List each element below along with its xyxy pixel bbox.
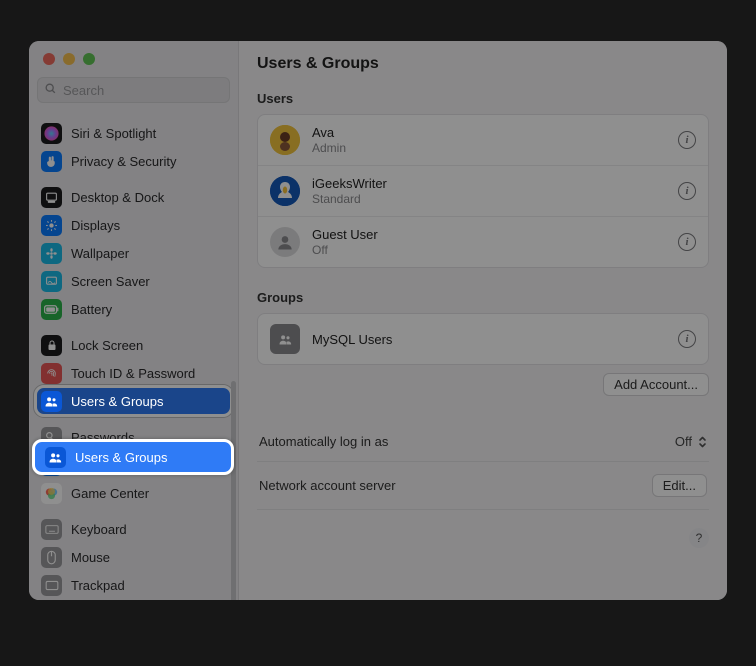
auto-login-label: Automatically log in as: [259, 434, 388, 449]
network-server-row: Network account server Edit...: [257, 462, 709, 510]
keyboard-icon: [41, 519, 62, 540]
window-controls: [29, 41, 238, 77]
user-role: Admin: [312, 141, 666, 155]
info-icon[interactable]: i: [678, 182, 696, 200]
sidebar-item-keyboard[interactable]: Keyboard: [29, 515, 238, 543]
sidebar-item-wallpaper[interactable]: Wallpaper: [29, 239, 238, 267]
sidebar-item-label: Touch ID & Password: [71, 366, 195, 381]
user-row[interactable]: AvaAdmini: [258, 115, 708, 165]
main-content: Users & Groups Users AvaAdminiiGeeksWrit…: [239, 41, 727, 600]
flower-icon: [41, 243, 62, 264]
user-name: Guest User: [312, 227, 666, 242]
zoom-button[interactable]: [83, 53, 95, 65]
scrollbar-thumb[interactable]: [231, 381, 236, 600]
mouse-icon: [41, 547, 62, 568]
sidebar-item-label: Siri & Spotlight: [71, 126, 156, 141]
auto-login-select[interactable]: Off: [675, 434, 707, 449]
sidebar-item-trackpad[interactable]: Trackpad: [29, 571, 238, 599]
sidebar-item-label: Game Center: [71, 486, 149, 501]
search-input[interactable]: [63, 83, 223, 98]
system-settings-window: Siri & Spotlight Privacy & Security Deskto…: [29, 41, 727, 600]
sidebar-item-label: Screen Saver: [71, 274, 150, 289]
sidebar-item-label: Privacy & Security: [71, 154, 176, 169]
groups-section-label: Groups: [257, 290, 709, 305]
sidebar-item-label: Trackpad: [71, 578, 125, 593]
hand-icon: [41, 151, 62, 172]
gamecenter-icon: [41, 483, 62, 504]
people-icon: [270, 324, 300, 354]
screensaver-icon: [41, 271, 62, 292]
sidebar: Siri & Spotlight Privacy & Security Deskto…: [29, 41, 239, 600]
sidebar-item-privacy-security[interactable]: Privacy & Security: [29, 147, 238, 175]
users-list: AvaAdminiiGeeksWriterStandardiGuest User…: [257, 114, 709, 268]
sidebar-item-displays[interactable]: Displays: [29, 211, 238, 239]
page-title: Users & Groups: [257, 55, 709, 73]
trackpad-icon: [41, 575, 62, 596]
at-icon: [41, 455, 62, 476]
edit-network-server-button[interactable]: Edit...: [652, 474, 707, 497]
auto-login-row: Automatically log in as Off: [257, 422, 709, 462]
groups-list: MySQL Users i: [257, 313, 709, 365]
sidebar-item-touch-id-password[interactable]: Touch ID & Password: [29, 359, 238, 387]
search-field[interactable]: [37, 77, 230, 103]
info-icon[interactable]: i: [678, 330, 696, 348]
sidebar-item-game-center[interactable]: Game Center: [29, 479, 238, 507]
sidebar-item-desktop-dock[interactable]: Desktop & Dock: [29, 183, 238, 211]
help-button[interactable]: ?: [689, 528, 709, 548]
sidebar-item-mouse[interactable]: Mouse: [29, 543, 238, 571]
user-name: Ava: [312, 125, 666, 140]
info-icon[interactable]: i: [678, 233, 696, 251]
avatar: [270, 176, 300, 206]
sidebar-item-battery[interactable]: Battery: [29, 295, 238, 323]
sidebar-item-internet-accounts[interactable]: Internet Accounts: [29, 451, 238, 479]
user-row[interactable]: iGeeksWriterStandard i: [258, 165, 708, 216]
search-icon: [44, 82, 57, 98]
sidebar-item-label: Displays: [71, 218, 120, 233]
sidebar-item-screen-saver[interactable]: Screen Saver: [29, 267, 238, 295]
minimize-button[interactable]: [63, 53, 75, 65]
user-name: iGeeksWriter: [312, 176, 666, 191]
sidebar-item-lock-screen[interactable]: Lock Screen: [29, 331, 238, 359]
sidebar-item-passwords[interactable]: Passwords: [29, 423, 238, 451]
lock-icon: [41, 335, 62, 356]
sidebar-item-label: Mouse: [71, 550, 110, 565]
group-name: MySQL Users: [312, 332, 666, 347]
dock-icon: [41, 187, 62, 208]
sidebar-item-label: Internet Accounts: [71, 458, 171, 473]
fingerprint-icon: [41, 363, 62, 384]
info-icon[interactable]: i: [678, 131, 696, 149]
network-server-label: Network account server: [259, 478, 396, 493]
add-account-button[interactable]: Add Account...: [603, 373, 709, 396]
siri-icon: [41, 123, 62, 144]
sun-icon: [41, 215, 62, 236]
sidebar-item-users-groups[interactable]: Users & Groups: [29, 387, 238, 415]
sidebar-item-label: Keyboard: [71, 522, 127, 537]
people-icon: [41, 391, 62, 412]
avatar: [270, 227, 300, 257]
key-icon: [41, 427, 62, 448]
battery-icon: [41, 299, 62, 320]
sidebar-item-label: Lock Screen: [71, 338, 143, 353]
group-row[interactable]: MySQL Users i: [258, 314, 708, 364]
sidebar-item-label: Battery: [71, 302, 112, 317]
sidebar-item-siri-spotlight[interactable]: Siri & Spotlight: [29, 119, 238, 147]
user-role: Standard: [312, 192, 666, 206]
sidebar-item-label: Users & Groups: [71, 394, 163, 409]
chevron-up-down-icon: [698, 435, 707, 449]
auto-login-value: Off: [675, 434, 692, 449]
sidebar-nav: Siri & Spotlight Privacy & Security Deskto…: [29, 111, 238, 600]
sidebar-item-label: Passwords: [71, 430, 135, 445]
avatar: [270, 125, 300, 155]
user-role: Off: [312, 243, 666, 257]
sidebar-item-label: Desktop & Dock: [71, 190, 164, 205]
user-row[interactable]: Guest UserOffi: [258, 216, 708, 267]
users-section-label: Users: [257, 91, 709, 106]
sidebar-item-label: Wallpaper: [71, 246, 129, 261]
close-button[interactable]: [43, 53, 55, 65]
